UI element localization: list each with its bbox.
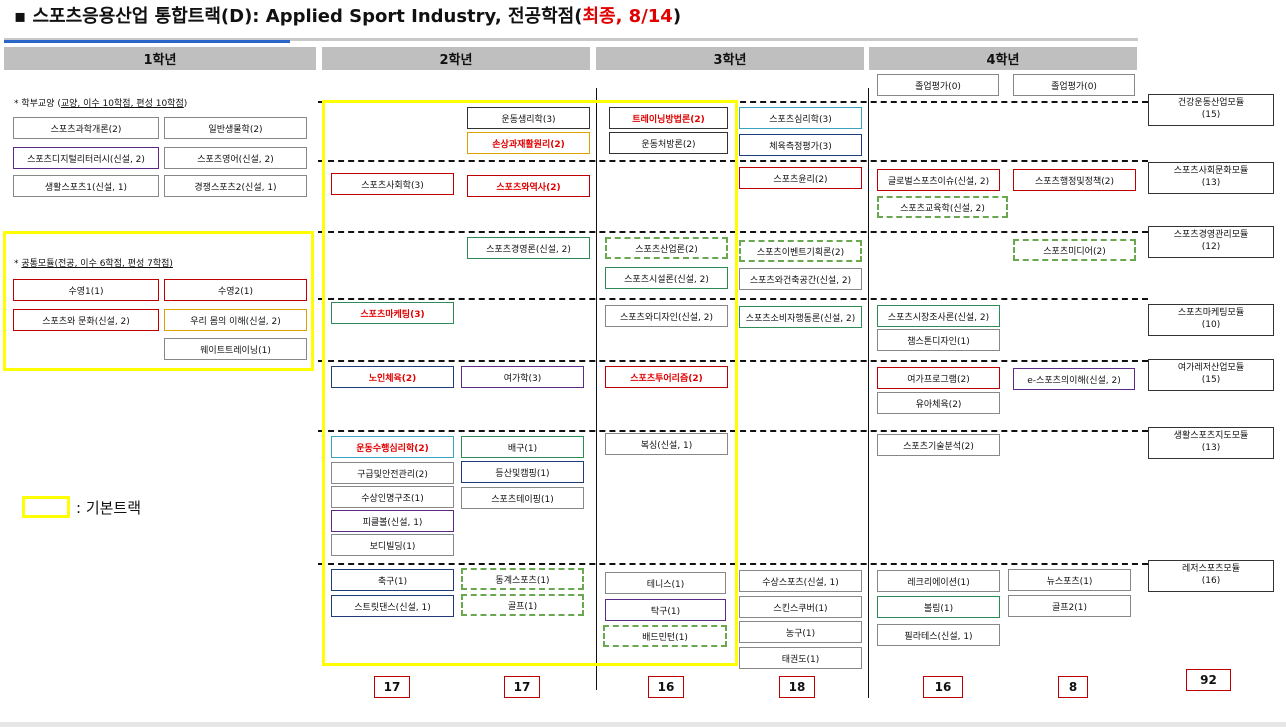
course-box: 우리 몸의 이해(신설, 2) [164,309,307,331]
course-box: 스포츠경영론(신설, 2) [467,237,590,259]
module-box: 스포츠사회문화모듈 (13) [1148,162,1274,194]
course-box: 스포츠투어리즘(2) [605,366,728,388]
course-box: 등산및캠핑(1) [461,461,584,483]
legend-label: : 기본트랙 [76,499,142,517]
module-box: 건강운동산업모듈 (15) [1148,94,1274,126]
course-box-elective: 스포츠교육학(신설, 2) [877,196,1008,218]
course-box-elective: 동계스포츠(1) [461,568,584,590]
course-box: 스포츠사회학(3) [331,173,454,195]
course-box: 여가학(3) [461,366,584,388]
course-box: 필라테스(신설, 1) [877,624,1000,646]
year-header-3: 3학년 [596,47,864,70]
course-box: 스포츠소비자행동론(신설, 2) [739,306,862,328]
course-box: 수영1(1) [13,279,159,301]
course-box: 챔스톤디자인(1) [877,329,1000,351]
course-box: 레크리에이션(1) [877,570,1000,592]
course-box: 여가프로그램(2) [877,367,1000,389]
common-module-label: * 공통모듈(전공, 이수 6학점, 편성 7학점) [14,259,173,269]
course-box: 피클볼(신설, 1) [331,510,454,532]
course-box-elective: 스포츠미디어(2) [1013,239,1136,261]
course-box: 수상스포츠(신설, 1) [739,570,862,592]
course-box: 스킨스쿠버(1) [739,596,862,618]
credit-total: 18 [779,676,815,698]
module-box: 스포츠마케팅모듈 (10) [1148,304,1274,336]
course-box-elective: 스포츠산업론(2) [605,237,728,259]
module-box: 스포츠경영관리모듈 (12) [1148,226,1274,258]
course-box: 노인체육(2) [331,366,454,388]
year-header-4: 4학년 [869,47,1137,70]
year-divider [868,88,869,698]
course-box: 스포츠기술분석(2) [877,434,1000,456]
module-box: 레저스포츠모듈 (16) [1148,560,1274,592]
course-box: 스포츠행정및정책(2) [1013,169,1136,191]
course-box-elective: 골프(1) [461,594,584,616]
course-box: 스포츠디지털리터러시(신설, 2) [13,147,159,169]
credit-total: 16 [648,676,684,698]
course-box: 스포츠시장조사론(신설, 2) [877,305,1000,327]
course-box: 생활스포츠1(신설, 1) [13,175,159,197]
year-header-1: 1학년 [4,47,316,70]
legend-swatch [22,496,70,518]
course-box: 복싱(신설, 1) [605,433,728,455]
course-box: 체육측정평가(3) [739,134,862,156]
course-box: 글로벌스포츠이슈(신설, 2) [877,169,1000,191]
course-box: 볼링(1) [877,596,1000,618]
course-box: 축구(1) [331,569,454,591]
course-box: 스포츠마케팅(3) [331,302,454,324]
course-box: 배구(1) [461,436,584,458]
course-box: 유아체육(2) [877,392,1000,414]
course-box: 운동생리학(3) [467,107,590,129]
title-tail: ) [672,6,682,27]
page-title: ▪ 스포츠응용산업 통합트랙(D): Applied Sport Industr… [14,2,681,28]
course-box: 스포츠심리학(3) [739,107,862,129]
course-box-elective: 배드민턴(1) [603,625,727,647]
footer-bar [0,722,1286,727]
course-box: 스포츠영어(신설, 2) [164,147,307,169]
course-box: e-스포츠의이해(신설, 2) [1013,368,1135,390]
course-box: 테니스(1) [605,572,726,594]
course-box: 스포츠과학개론(2) [13,117,159,139]
course-box: 스포츠와건축공간(신설, 2) [739,268,862,290]
course-box: 스포츠시설론(신설, 2) [605,267,728,289]
module-box: 생활스포츠지도모듈 (13) [1148,427,1274,459]
course-box: 손상과재활원리(2) [467,132,590,154]
course-box: 수상인명구조(1) [331,486,454,508]
course-box: 스트릿댄스(신설, 1) [331,595,454,617]
credit-total: 16 [923,676,963,698]
credit-total: 17 [504,676,540,698]
course-box: 웨이트트레이닝(1) [164,338,307,360]
course-box: 골프2(1) [1008,595,1131,617]
title-credit-status: 최종, 8/14 [582,6,673,27]
liberal-arts-label: * 학부교양 (교양, 이수 10학점, 편성 10학점) [14,99,188,109]
course-box: 탁구(1) [605,599,726,621]
title-bullet: ▪ [14,6,27,27]
graduation-eval-2: 졸업평가(0) [1013,74,1135,96]
header-accent-bar [4,40,290,43]
course-box-elective: 스포츠이벤트기획론(2) [739,240,862,262]
course-box: 트레이닝방법론(2) [609,107,728,129]
graduation-eval-1: 졸업평가(0) [877,74,999,96]
credit-total: 17 [374,676,410,698]
course-box: 구급및안전관리(2) [331,462,454,484]
course-box: 수영2(1) [164,279,307,301]
course-box: 스포츠테이핑(1) [461,487,584,509]
course-box: 스포츠윤리(2) [739,167,862,189]
credit-total: 8 [1058,676,1088,698]
year-header-2: 2학년 [322,47,590,70]
course-box: 스포츠와 문화(신설, 2) [13,309,159,331]
course-box: 보디빌딩(1) [331,534,454,556]
course-box: 운동수행심리학(2) [331,436,454,458]
course-box: 농구(1) [739,621,862,643]
course-box: 태권도(1) [739,647,862,669]
course-box: 경쟁스포츠2(신설, 1) [164,175,307,197]
course-box: 뉴스포츠(1) [1008,569,1131,591]
title-main: 스포츠응용산업 통합트랙(D): Applied Sport Industry,… [32,6,583,27]
credit-grand-total: 92 [1186,669,1231,691]
course-box: 일반생물학(2) [164,117,307,139]
course-box: 스포츠와역사(2) [467,175,590,197]
course-box: 운동처방론(2) [609,132,728,154]
module-box: 여가레저산업모듈 (15) [1148,359,1274,391]
course-box: 스포츠와디자인(신설, 2) [605,305,728,327]
